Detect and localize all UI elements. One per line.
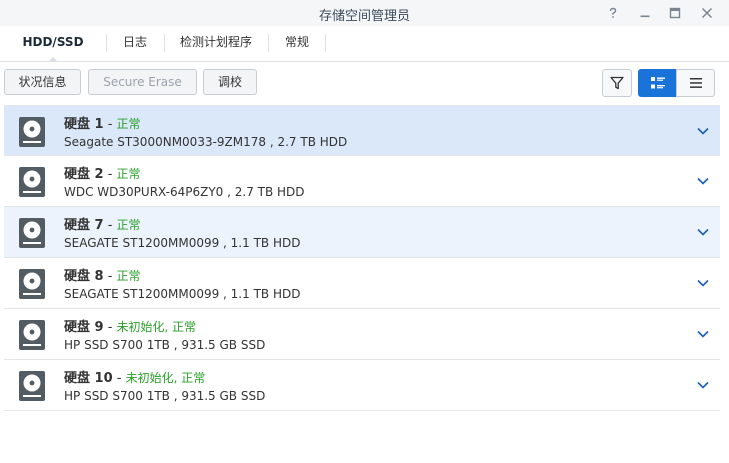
title-bar: 存储空间管理员 xyxy=(0,0,729,26)
tab-divider xyxy=(325,34,326,52)
hard-disk-icon xyxy=(19,117,45,147)
disk-name: 硬盘 10 xyxy=(64,371,113,386)
health-info-button[interactable]: 状况信息 xyxy=(4,69,81,95)
tab-general[interactable]: 常规 xyxy=(272,26,322,61)
minimize-icon[interactable] xyxy=(636,4,654,22)
disk-status: 正常 xyxy=(116,117,141,131)
hard-disk-icon xyxy=(19,218,45,248)
tab-bar: HDD/SSD 日志 检测计划程序 常规 xyxy=(0,26,729,62)
filter-icon xyxy=(610,76,624,90)
detail-view-button[interactable] xyxy=(638,69,677,97)
chevron-down-icon[interactable] xyxy=(696,276,710,290)
help-icon[interactable] xyxy=(604,4,622,22)
disk-status: 正常 xyxy=(116,167,141,181)
calibrate-button[interactable]: 调校 xyxy=(203,69,257,95)
disk-row[interactable]: 硬盘 8 - 正常 SEAGATE ST1200MM0099 , 1.1 TB … xyxy=(4,258,720,309)
hard-disk-icon xyxy=(19,167,45,197)
disk-detail: SEAGATE ST1200MM0099 , 1.1 TB HDD xyxy=(64,287,301,301)
maximize-icon[interactable] xyxy=(666,4,684,22)
disk-detail: SEAGATE ST1200MM0099 , 1.1 TB HDD xyxy=(64,236,301,250)
disk-list: 硬盘 1 - 正常 Seagate ST3000NM0033-9ZM178 , … xyxy=(4,105,720,411)
disk-detail: HP SSD S700 1TB , 931.5 GB SSD xyxy=(64,389,266,403)
disk-status: 正常 xyxy=(116,269,141,283)
ssd-icon xyxy=(19,320,45,350)
disk-row[interactable]: 硬盘 2 - 正常 WDC WD30PURX-64P6ZY0 , 2.7 TB … xyxy=(4,156,720,207)
tab-divider xyxy=(106,34,107,52)
disk-row[interactable]: 硬盘 9 - 未初始化, 正常 HP SSD S700 1TB , 931.5 … xyxy=(4,309,720,360)
disk-row[interactable]: 硬盘 10 - 未初始化, 正常 HP SSD S700 1TB , 931.5… xyxy=(4,360,720,411)
chevron-down-icon[interactable] xyxy=(696,327,710,341)
filter-button[interactable] xyxy=(602,69,632,97)
tab-divider xyxy=(164,34,165,52)
secure-erase-button[interactable]: Secure Erase xyxy=(88,69,197,95)
tab-hdd-ssd[interactable]: HDD/SSD xyxy=(14,26,92,62)
disk-detail: Seagate ST3000NM0033-9ZM178 , 2.7 TB HDD xyxy=(64,135,348,149)
disk-name: 硬盘 9 xyxy=(64,320,104,335)
chevron-down-icon[interactable] xyxy=(696,225,710,239)
detail-list-icon xyxy=(650,77,665,89)
hard-disk-icon xyxy=(19,269,45,299)
disk-name: 硬盘 7 xyxy=(64,218,104,233)
chevron-down-icon[interactable] xyxy=(696,174,710,188)
chevron-down-icon[interactable] xyxy=(696,378,710,392)
ssd-icon xyxy=(19,371,45,401)
disk-status: 未初始化, 正常 xyxy=(125,371,206,385)
disk-detail: WDC WD30PURX-64P6ZY0 , 2.7 TB HDD xyxy=(64,185,305,199)
disk-name: 硬盘 2 xyxy=(64,167,104,182)
tab-divider xyxy=(268,34,269,52)
tab-log[interactable]: 日志 xyxy=(110,26,160,61)
close-icon[interactable] xyxy=(698,4,716,22)
disk-row[interactable]: 硬盘 7 - 正常 SEAGATE ST1200MM0099 , 1.1 TB … xyxy=(4,207,720,258)
disk-name: 硬盘 8 xyxy=(64,269,104,284)
disk-status: 正常 xyxy=(116,218,141,232)
disk-detail: HP SSD S700 1TB , 931.5 GB SSD xyxy=(64,338,266,352)
disk-name: 硬盘 1 xyxy=(64,117,104,132)
disk-status: 未初始化, 正常 xyxy=(116,320,197,334)
tab-test-scheduler[interactable]: 检测计划程序 xyxy=(168,26,264,61)
disk-row[interactable]: 硬盘 1 - 正常 Seagate ST3000NM0033-9ZM178 , … xyxy=(4,105,720,156)
chevron-down-icon[interactable] xyxy=(696,124,710,138)
list-icon xyxy=(689,78,702,88)
compact-view-button[interactable] xyxy=(676,69,715,97)
